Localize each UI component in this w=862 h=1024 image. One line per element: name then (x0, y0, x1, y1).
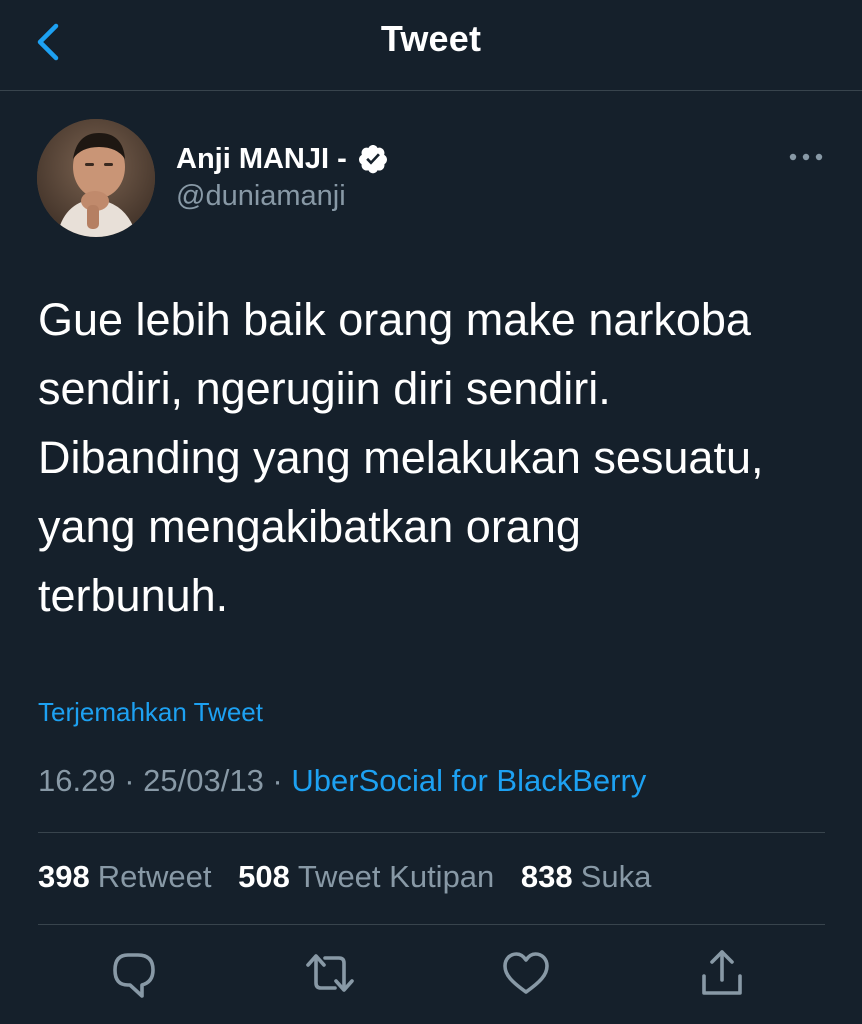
retweet-button[interactable] (304, 945, 356, 1001)
heart-icon (503, 952, 549, 994)
retweets-stat[interactable]: 398 Retweet (38, 859, 211, 894)
likes-label: Suka (580, 859, 652, 894)
like-button[interactable] (500, 945, 552, 1001)
quotes-count: 508 (238, 859, 290, 894)
quotes-label: Tweet Kutipan (297, 859, 495, 894)
display-name[interactable]: Anji MANJI - (176, 143, 347, 176)
quotes-stat[interactable]: 508 Tweet Kutipan (238, 859, 494, 894)
avatar-image (37, 119, 155, 237)
tweet-time: 16.29 (38, 763, 116, 798)
retweets-count: 398 (38, 859, 90, 894)
display-name-row[interactable]: Anji MANJI - (176, 137, 389, 181)
more-horizontal-icon (789, 153, 823, 161)
tweet-text-line: Dibanding yang melakukan sesuatu, (38, 432, 764, 483)
share-button[interactable] (696, 945, 748, 1001)
tweet-date: 25/03/13 (143, 763, 264, 798)
verified-badge-icon (357, 143, 389, 175)
translate-tweet-link[interactable]: Terjemahkan Tweet (38, 697, 263, 728)
meta-separator: · (263, 763, 292, 798)
avatar[interactable] (37, 119, 155, 237)
divider (38, 832, 825, 833)
likes-count: 838 (520, 859, 573, 894)
divider (38, 924, 825, 925)
retweets-label: Retweet (97, 859, 212, 894)
tweet-detail-screen: Tweet Anji MANJI - @duniamanji Gue lebih… (0, 0, 862, 1024)
meta-separator: · (115, 763, 144, 798)
tweet-text-line: yang mengakibatkan orang (38, 501, 581, 552)
tweet-stats: 398 Retweet 508 Tweet Kutipan 838 Suka (38, 859, 669, 895)
action-bar (0, 945, 862, 1005)
page-title: Tweet (380, 18, 482, 59)
tweet-text: Gue lebih baik orang make narkoba sendir… (38, 285, 828, 630)
retweet-icon (306, 954, 354, 992)
tweet-source-link[interactable]: UberSocial for BlackBerry (291, 763, 646, 798)
username[interactable]: @duniamanji (176, 180, 346, 213)
share-icon (702, 950, 742, 995)
tweet-text-line: Gue lebih baik orang make narkoba (38, 294, 751, 345)
tweet-meta: 16.29 · 25/03/13 · UberSocial for BlackB… (38, 763, 646, 799)
reply-icon (113, 953, 155, 998)
tweet-text-line: sendiri, ngerugiin diri sendiri. (38, 363, 611, 414)
reply-button[interactable] (108, 945, 160, 1001)
top-bar: Tweet (0, 0, 862, 91)
more-options-button[interactable] (784, 144, 828, 170)
likes-stat[interactable]: 838 Suka (521, 859, 651, 894)
tweet-text-line: terbunuh. (38, 570, 229, 621)
